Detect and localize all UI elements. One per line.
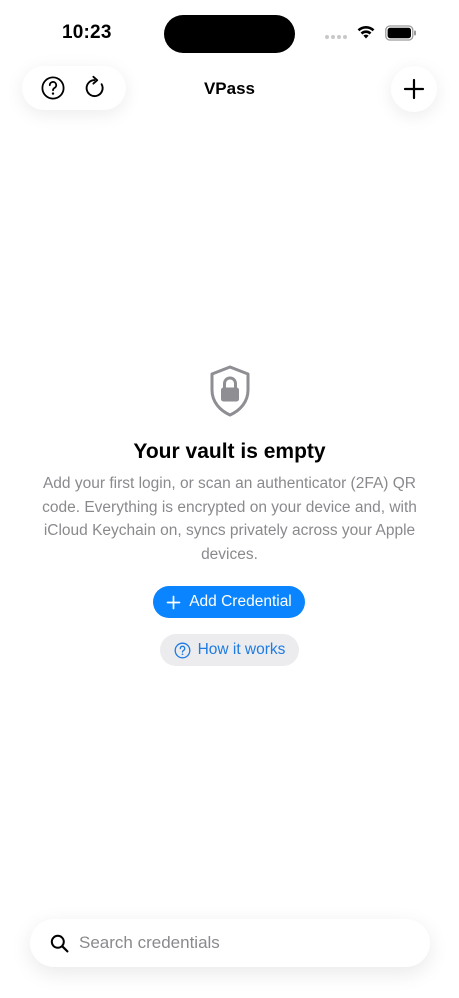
add-credential-button[interactable]: Add Credential [153,586,305,618]
shield-lock-icon [210,365,250,417]
cellular-signal-icon [325,35,347,39]
search-input[interactable] [79,933,399,953]
empty-state-title: Your vault is empty [133,440,326,463]
how-it-works-button[interactable]: How it works [160,634,299,666]
app-screen: 10:23 VPass Your vault is empty Add your… [0,0,459,998]
search-icon [50,934,69,952]
add-button[interactable] [391,66,437,112]
add-credential-label: Add Credential [189,593,292,610]
plus-icon [403,78,425,100]
plus-icon [166,595,181,609]
search-bar[interactable] [30,919,430,967]
empty-state-description: Add your first login, or scan an authent… [42,475,417,563]
battery-icon [385,25,416,41]
question-circle-icon [174,642,191,658]
status-time: 10:23 [62,22,112,43]
wifi-icon [357,25,375,39]
dynamic-island [164,15,295,53]
how-it-works-label: How it works [197,641,286,658]
